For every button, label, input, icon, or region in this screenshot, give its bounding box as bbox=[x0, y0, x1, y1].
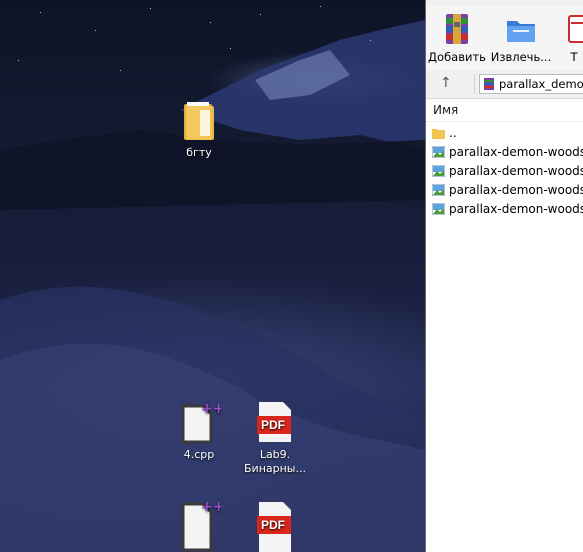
winrar-add-icon bbox=[440, 12, 474, 46]
folder-icon bbox=[432, 129, 445, 139]
toolbar: Добавить Извлечь... Т bbox=[426, 6, 583, 71]
winrar-extract-icon bbox=[504, 12, 538, 46]
extract-button-label: Извлечь... bbox=[490, 50, 552, 64]
up-arrow-icon[interactable]: ↑ bbox=[440, 75, 452, 91]
path-text: parallax_demon-woods bbox=[499, 77, 583, 91]
wallpaper-mountains bbox=[0, 20, 425, 552]
winrar-test-icon bbox=[557, 12, 583, 46]
desktop-icon-label: бгту bbox=[186, 146, 212, 159]
divider bbox=[474, 74, 475, 94]
pdf-file-icon: PDF bbox=[257, 500, 293, 552]
desktop-icon-folder[interactable]: бгту bbox=[164, 100, 234, 160]
column-header-name[interactable]: Имя bbox=[426, 99, 583, 122]
file-row[interactable]: parallax-demon-woods-b bbox=[426, 143, 583, 162]
desktop-icon-label: Lab9. Бинарны... bbox=[244, 448, 306, 475]
file-name: parallax-demon-woods-b bbox=[449, 145, 583, 159]
file-name: parallax-demon-woods-fa bbox=[449, 183, 583, 197]
star bbox=[150, 8, 151, 9]
archive-icon bbox=[484, 78, 494, 90]
svg-text:++: ++ bbox=[201, 499, 221, 515]
image-file-icon bbox=[432, 165, 445, 177]
add-button[interactable]: Добавить bbox=[426, 12, 488, 64]
file-name: .. bbox=[449, 126, 457, 140]
star bbox=[210, 22, 211, 23]
extract-button[interactable]: Извлечь... bbox=[490, 12, 552, 64]
desktop-icon-pdf[interactable]: PDF Lab9. Бинарны... bbox=[240, 400, 310, 476]
file-row[interactable]: parallax-demon-woods-fa bbox=[426, 181, 583, 200]
path-field[interactable]: parallax_demon-woods bbox=[479, 74, 583, 94]
image-file-icon bbox=[432, 146, 445, 158]
test-button[interactable]: Т bbox=[554, 12, 583, 64]
desktop-background: бгту ++ 4.cpp PDF Lab9. Бинарны... ++ PD… bbox=[0, 0, 425, 552]
pdf-badge: PDF bbox=[261, 418, 285, 432]
cpp-file-icon: ++ bbox=[177, 400, 224, 444]
file-name: parallax-demon-woods-c bbox=[449, 164, 583, 178]
star bbox=[370, 40, 371, 41]
pdf-file-icon: PDF bbox=[257, 400, 293, 444]
star bbox=[40, 12, 41, 13]
file-row[interactable]: parallax-demon-woods-n bbox=[426, 200, 583, 219]
star bbox=[120, 70, 121, 71]
svg-text:++: ++ bbox=[201, 401, 221, 417]
file-row[interactable]: parallax-demon-woods-c bbox=[426, 162, 583, 181]
file-name: parallax-demon-woods-n bbox=[449, 202, 583, 216]
desktop-icon-pdf[interactable]: PDF bbox=[240, 500, 310, 552]
address-bar: ↑ parallax_demon-woods bbox=[426, 70, 583, 99]
file-row-parent[interactable]: .. bbox=[426, 124, 583, 143]
column-header-label: Имя bbox=[433, 103, 459, 117]
desktop-icon-cpp[interactable]: ++ bbox=[164, 498, 234, 552]
file-list: Имя .. parallax-demon-woods-b parallax-d… bbox=[426, 99, 583, 552]
star bbox=[320, 6, 321, 7]
image-file-icon bbox=[432, 184, 445, 196]
add-button-label: Добавить bbox=[428, 50, 486, 64]
folder-icon bbox=[182, 100, 216, 142]
cpp-file-icon: ++ bbox=[177, 498, 224, 552]
desktop-icon-cpp[interactable]: ++ 4.cpp bbox=[164, 400, 234, 462]
pdf-badge: PDF bbox=[261, 518, 285, 532]
desktop-icon-label: 4.cpp bbox=[183, 448, 215, 461]
star bbox=[18, 60, 19, 61]
image-file-icon bbox=[432, 203, 445, 215]
star bbox=[95, 30, 96, 31]
winrar-window: Добавить Извлечь... Т ↑ parallax_dem Имя… bbox=[425, 0, 583, 552]
star bbox=[230, 48, 231, 49]
star bbox=[260, 14, 261, 15]
test-button-label: Т bbox=[570, 50, 578, 64]
